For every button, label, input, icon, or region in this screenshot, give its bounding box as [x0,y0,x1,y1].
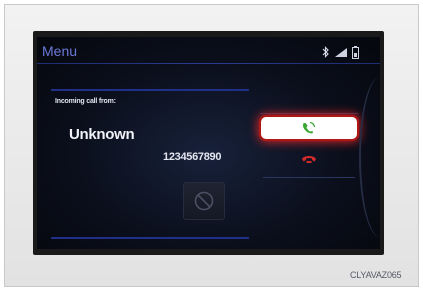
phone-accept-icon [302,121,316,134]
phone-decline-icon [302,156,316,163]
signal-strength-icon [335,48,347,57]
accept-call-button[interactable] [261,117,357,139]
incoming-call-label: Incoming call from: [55,98,116,105]
figure-caption: CLYAVAZ065 [350,270,402,280]
display-screen: Menu Incoming call from: Unknown 1234567… [37,37,380,249]
side-arc-decoration [359,77,380,237]
caller-name: Unknown [69,126,135,143]
bluetooth-icon [322,46,329,58]
menu-button[interactable]: Menu [42,43,77,59]
caller-number: 1234567890 [163,151,222,163]
button-divider [260,113,358,114]
mute-button[interactable] [183,182,225,220]
battery-icon [352,46,359,59]
decline-divider [263,177,355,178]
decline-call-button[interactable] [261,149,357,171]
header-divider [37,63,380,64]
prohibited-icon [194,191,214,211]
